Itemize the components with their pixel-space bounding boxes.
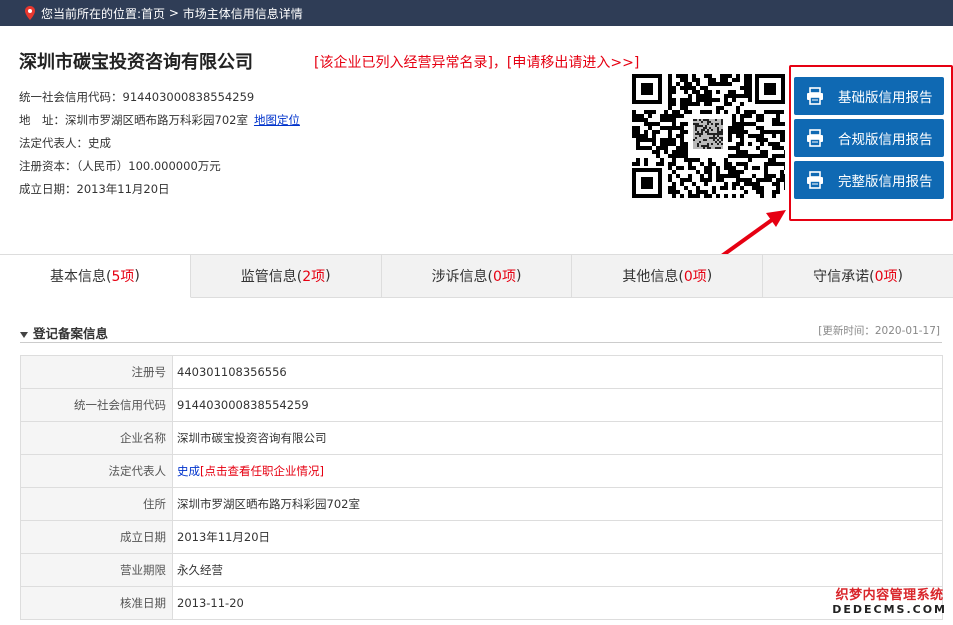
tab-count: 5项: [111, 269, 135, 285]
row-value: 深圳市罗湖区晒布路万科彩园702室: [172, 487, 943, 521]
capital-line: 注册资本：（人民币）100.000000万元: [19, 159, 221, 173]
tab-other-info[interactable]: 其他信息(0项): [572, 255, 764, 297]
row-value: 永久经营: [172, 553, 943, 587]
watermark-line-1: 织梦内容管理系统: [835, 588, 944, 603]
basic-credit-report-button[interactable]: 基础版信用报告: [794, 77, 944, 115]
qr-code-image: [632, 74, 785, 198]
view-positions-link[interactable]: [点击查看任职企业情况]: [200, 464, 324, 478]
tab-count: 0项: [683, 269, 707, 285]
table-row: 企业名称 深圳市碳宝投资咨询有限公司: [20, 421, 943, 455]
row-value: 史成[点击查看任职企业情况]: [172, 454, 943, 488]
tab-supervision-info[interactable]: 监管信息(2项): [191, 255, 382, 297]
update-time: [更新时间：2020-01-17]: [818, 325, 940, 337]
info-tabs: 基本信息(5项) 监管信息(2项) 涉诉信息(0项) 其他信息(0项) 守信承诺…: [0, 254, 953, 298]
tab-basic-info[interactable]: 基本信息(5项): [0, 255, 191, 298]
row-key: 企业名称: [20, 421, 173, 455]
row-key: 成立日期: [20, 520, 173, 554]
location-pin-icon: [25, 6, 35, 20]
legal-rep-line: 法定代表人：史成: [19, 136, 111, 150]
legal-rep-link[interactable]: 史成: [177, 464, 200, 478]
collapse-triangle-icon: [20, 331, 28, 338]
full-credit-report-button[interactable]: 完整版信用报告: [794, 161, 944, 199]
table-row: 营业期限 永久经营: [20, 553, 943, 587]
report-button-label: 合规版信用报告: [838, 132, 933, 148]
table-row: 住所 深圳市罗湖区晒布路万科彩园702室: [20, 487, 943, 521]
tab-count: 0项: [874, 269, 898, 285]
row-key: 法定代表人: [20, 454, 173, 488]
address-text: 地 址：深圳市罗湖区晒布路万科彩园702室: [19, 113, 248, 127]
table-row: 统一社会信用代码 914403000838554259: [20, 388, 943, 422]
printer-icon: [807, 87, 823, 105]
section-title[interactable]: 登记备案信息: [20, 323, 108, 342]
breadcrumb-current: 市场主体信用信息详情: [182, 6, 303, 21]
breadcrumb-prefix: 您当前所在的位置:: [41, 6, 142, 21]
address-line: 地 址：深圳市罗湖区晒布路万科彩园702室 地图定位: [19, 112, 300, 128]
printer-icon: [807, 129, 823, 147]
tab-credit-commitment[interactable]: 守信承诺(0项): [763, 255, 953, 297]
table-row: 成立日期 2013年11月20日: [20, 520, 943, 554]
row-value: 2013-11-20: [172, 586, 943, 620]
table-row: 法定代表人 史成[点击查看任职企业情况]: [20, 454, 943, 488]
map-location-link[interactable]: 地图定位: [254, 113, 300, 127]
row-value: 914403000838554259: [172, 388, 943, 422]
row-key: 营业期限: [20, 553, 173, 587]
row-key: 住所: [20, 487, 173, 521]
section-header: 登记备案信息 [更新时间：2020-01-17]: [20, 321, 942, 343]
row-value: 深圳市碳宝投资咨询有限公司: [172, 421, 943, 455]
row-value: 440301108356556: [172, 355, 943, 389]
abnormal-notice-link[interactable]: [该企业已列入经营异常名录]，[申请移出请进入>>]: [314, 52, 639, 72]
report-button-label: 完整版信用报告: [838, 174, 933, 190]
printer-icon: [807, 171, 823, 189]
watermark-line-2: DEDECMS.COM: [832, 603, 947, 616]
row-key: 注册号: [20, 355, 173, 389]
breadcrumb: 您当前所在的位置: 首页 > 市场主体信用信息详情: [0, 0, 953, 26]
founded-line: 成立日期：2013年11月20日: [19, 182, 170, 196]
report-button-label: 基础版信用报告: [838, 90, 933, 106]
company-name: 深圳市碳宝投资咨询有限公司: [19, 52, 253, 73]
row-value: 2013年11月20日: [172, 520, 943, 554]
breadcrumb-separator: >: [165, 6, 183, 20]
row-key: 统一社会信用代码: [20, 388, 173, 422]
credit-code-line: 统一社会信用代码：914403000838554259: [19, 90, 255, 104]
tab-litigation-info[interactable]: 涉诉信息(0项): [382, 255, 573, 297]
dedecms-watermark: 织梦内容管理系统 DEDECMS.COM: [832, 589, 947, 617]
breadcrumb-home-link[interactable]: 首页: [141, 5, 165, 22]
tab-count: 0项: [493, 269, 516, 285]
compliance-credit-report-button[interactable]: 合规版信用报告: [794, 119, 944, 157]
registration-info-table: 注册号 440301108356556 统一社会信用代码 91440300083…: [20, 355, 943, 620]
table-row: 核准日期 2013-11-20: [20, 586, 943, 620]
table-row: 注册号 440301108356556: [20, 355, 943, 389]
row-key: 核准日期: [20, 586, 173, 620]
tab-count: 2项: [302, 269, 326, 285]
